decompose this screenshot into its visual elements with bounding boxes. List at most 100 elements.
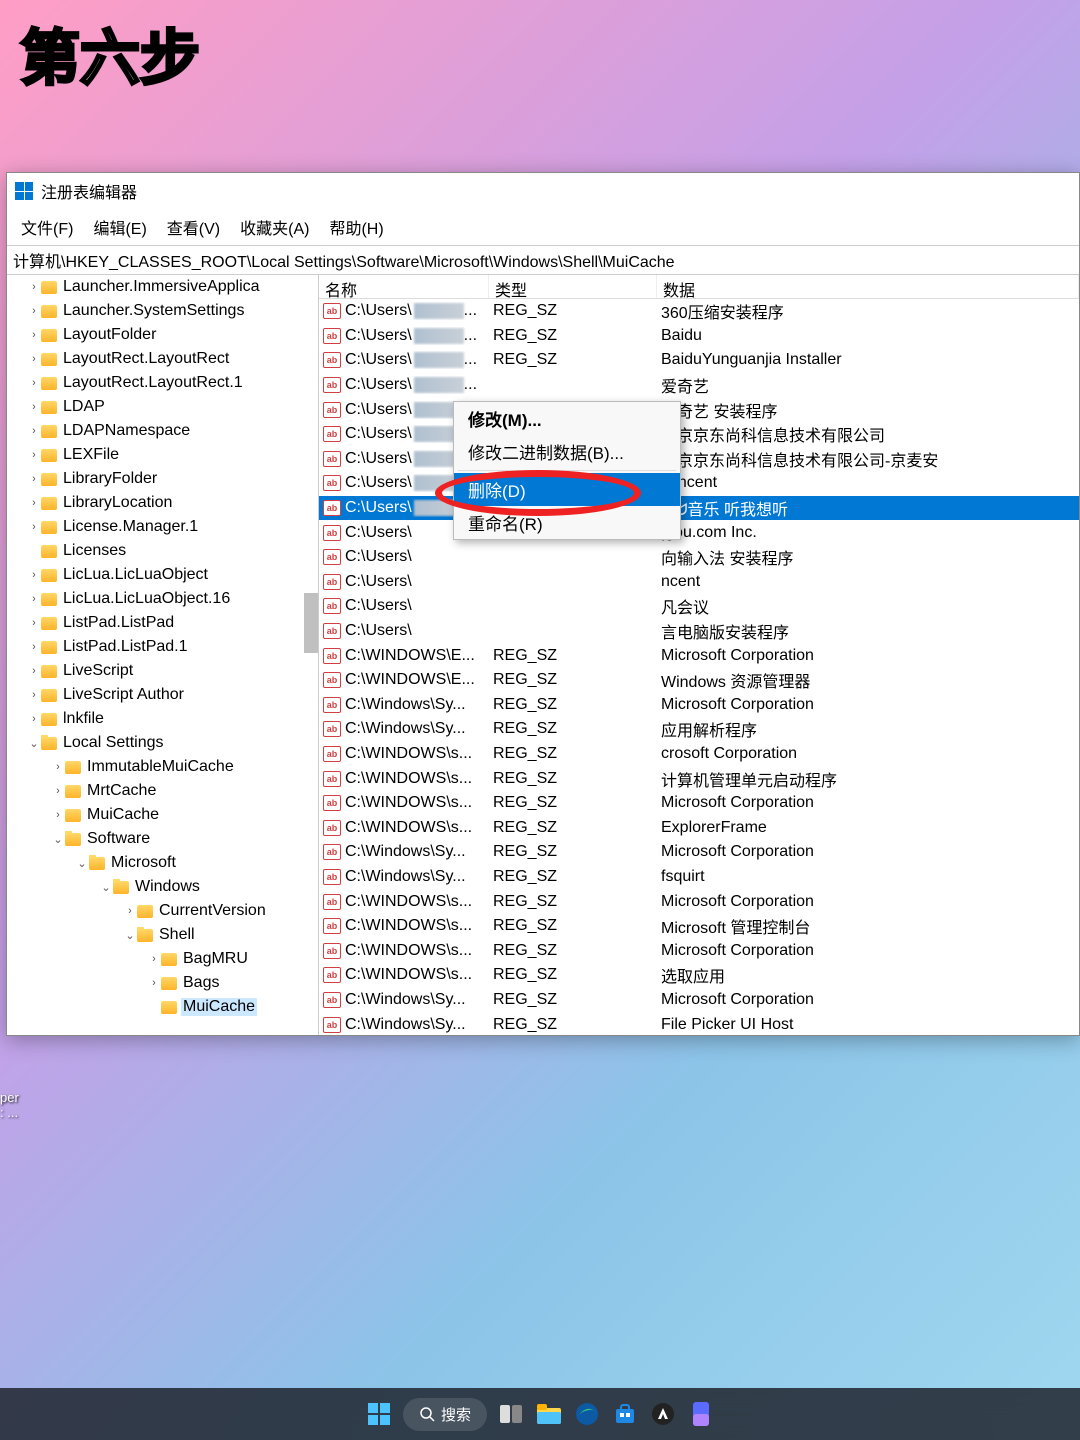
app-icon-1[interactable] [649, 1400, 677, 1428]
list-row[interactable]: abC:\Users\言电脑版安装程序 [319, 619, 1079, 644]
chevron-icon[interactable]: › [27, 353, 41, 365]
tree-item[interactable]: ›BagMRU [7, 947, 318, 971]
chevron-icon[interactable]: › [27, 593, 41, 605]
list-row[interactable]: abC:\Users\|gou.com Inc. [319, 520, 1079, 545]
list-row[interactable]: abC:\WINDOWS\s...REG_SZ计算机管理单元启动程序 [319, 766, 1079, 791]
chevron-icon[interactable]: › [51, 785, 65, 797]
chevron-icon[interactable]: › [51, 809, 65, 821]
chevron-icon[interactable]: ⌄ [27, 737, 41, 750]
tree-item[interactable]: ⌄Software [7, 827, 318, 851]
taskbar[interactable]: 搜索 [0, 1388, 1080, 1440]
tree-item[interactable]: ›Launcher.SystemSettings [7, 299, 318, 323]
store-icon[interactable] [611, 1400, 639, 1428]
address-bar[interactable]: 计算机\HKEY_CLASSES_ROOT\Local Settings\Sof… [7, 245, 1079, 275]
chevron-icon[interactable]: › [27, 569, 41, 581]
tree-item[interactable]: ⌄Local Settings [7, 731, 318, 755]
chevron-icon[interactable]: › [27, 641, 41, 653]
tree-item[interactable]: ›LayoutFolder [7, 323, 318, 347]
col-type[interactable]: 类型 [489, 275, 657, 298]
list-row[interactable]: abC:\Users\...REG_SZ360压缩安装程序 [319, 299, 1079, 324]
tree-item[interactable]: ›ListPad.ListPad.1 [7, 635, 318, 659]
chevron-icon[interactable]: › [27, 689, 41, 701]
menu-favorites[interactable]: 收藏夹(A) [236, 213, 313, 241]
list-row[interactable]: abC:\Users\...REG_SZ北京京东尚科信息技术有限公司 [319, 422, 1079, 447]
chevron-icon[interactable]: › [27, 617, 41, 629]
list-row[interactable]: abC:\Windows\Sy...REG_SZMicrosoft Corpor… [319, 693, 1079, 718]
chevron-icon[interactable]: › [27, 665, 41, 677]
chevron-icon[interactable]: › [147, 977, 161, 989]
edge-icon[interactable] [573, 1400, 601, 1428]
tree-item[interactable]: ›LiveScript Author [7, 683, 318, 707]
menu-edit[interactable]: 编辑(E) [89, 213, 150, 241]
list-row[interactable]: abC:\WINDOWS\s...REG_SZMicrosoft Corpora… [319, 938, 1079, 963]
list-row[interactable]: abC:\Windows\Sy...REG_SZFile Picker UI H… [319, 1012, 1079, 1035]
start-button[interactable] [365, 1400, 393, 1428]
tree-item[interactable]: ›LDAP [7, 395, 318, 419]
list-row[interactable]: abC:\Users\...REG_SZ爱奇艺 安装程序 [319, 397, 1079, 422]
chevron-icon[interactable]: › [123, 905, 137, 917]
list-row[interactable]: abC:\WINDOWS\s...REG_SZMicrosoft 管理控制台 [319, 914, 1079, 939]
tree-item[interactable]: ›LicLua.LicLuaObject.16 [7, 587, 318, 611]
list-row[interactable]: abC:\Windows\Sy...REG_SZ应用解析程序 [319, 717, 1079, 742]
tree-item[interactable]: ›LiveScript [7, 659, 318, 683]
chevron-icon[interactable]: ⌄ [75, 857, 89, 870]
chevron-icon[interactable]: ⌄ [51, 833, 65, 846]
list-row[interactable]: abC:\WINDOWS\s...REG_SZExplorerFrame [319, 815, 1079, 840]
scrollbar-thumb[interactable] [304, 593, 318, 653]
tree-item[interactable]: ›Bags [7, 971, 318, 995]
chevron-icon[interactable]: › [27, 329, 41, 341]
tree-panel[interactable]: ›Launcher.ImmersiveApplica›Launcher.Syst… [7, 275, 319, 1035]
chevron-icon[interactable]: › [27, 425, 41, 437]
list-row[interactable]: abC:\Users\...REG_SZBaidu [319, 324, 1079, 349]
chevron-icon[interactable]: › [27, 713, 41, 725]
tree-item[interactable]: ›LayoutRect.LayoutRect [7, 347, 318, 371]
tree-item[interactable]: ›CurrentVersion [7, 899, 318, 923]
tree-item[interactable]: ⌄Microsoft [7, 851, 318, 875]
menu-delete[interactable]: 删除(D) [454, 473, 680, 506]
menu-rename[interactable]: 重命名(R) [454, 506, 680, 539]
chevron-icon[interactable]: › [27, 305, 41, 317]
tree-item[interactable]: ›LDAPNamespace [7, 419, 318, 443]
tree-item[interactable]: ›LayoutRect.LayoutRect.1 [7, 371, 318, 395]
list-row[interactable]: abC:\Users\凡会议 [319, 594, 1079, 619]
tree-item[interactable]: ›LibraryLocation [7, 491, 318, 515]
list-row[interactable]: abC:\WINDOWS\s...REG_SZ选取应用 [319, 963, 1079, 988]
chevron-icon[interactable]: › [27, 473, 41, 485]
list-row[interactable]: abC:\Users\...REG_SZBaiduYunguanjia Inst… [319, 348, 1079, 373]
menu-view[interactable]: 查看(V) [163, 213, 224, 241]
list-row[interactable]: abC:\Windows\Sy...REG_SZMicrosoft Corpor… [319, 988, 1079, 1013]
tree-item[interactable]: ›MrtCache [7, 779, 318, 803]
chevron-icon[interactable]: › [27, 497, 41, 509]
list-row[interactable]: abC:\Users\...爱奇艺 [319, 373, 1079, 398]
list-row[interactable]: abC:\Users\...REG_SZTencent [319, 471, 1079, 496]
list-row[interactable]: abC:\WINDOWS\s...REG_SZMicrosoft Corpora… [319, 791, 1079, 816]
tree-item[interactable]: ›lnkfile [7, 707, 318, 731]
tree-item[interactable]: ›Launcher.ImmersiveApplica [7, 275, 318, 299]
menu-help[interactable]: 帮助(H) [325, 213, 387, 241]
chevron-icon[interactable]: › [51, 761, 65, 773]
list-row[interactable]: abC:\Users\...ᗢᗢ音乐 听我想听 [319, 496, 1079, 521]
menu-file[interactable]: 文件(F) [17, 213, 77, 241]
chevron-icon[interactable]: › [27, 449, 41, 461]
chevron-icon[interactable]: ⌄ [99, 881, 113, 894]
chevron-icon[interactable]: › [27, 377, 41, 389]
chevron-icon[interactable]: › [27, 401, 41, 413]
tree-item[interactable]: ›MuiCache [7, 803, 318, 827]
col-data[interactable]: 数据 [657, 275, 1079, 298]
tree-item[interactable]: ›ListPad.ListPad [7, 611, 318, 635]
list-row[interactable]: abC:\Users\向输入法 安装程序 [319, 545, 1079, 570]
explorer-icon[interactable] [535, 1400, 563, 1428]
tree-item[interactable]: ›ImmutableMuiCache [7, 755, 318, 779]
tree-item[interactable]: ›License.Manager.1 [7, 515, 318, 539]
chevron-icon[interactable]: ⌄ [123, 929, 137, 942]
list-row[interactable]: abC:\Windows\Sy...REG_SZfsquirt [319, 865, 1079, 890]
tree-item[interactable]: ›LibraryFolder [7, 467, 318, 491]
list-row[interactable]: abC:\Windows\Sy...REG_SZMicrosoft Corpor… [319, 840, 1079, 865]
taskbar-search[interactable]: 搜索 [403, 1398, 487, 1431]
tree-item[interactable]: ⌄Windows [7, 875, 318, 899]
chevron-icon[interactable]: › [27, 521, 41, 533]
chevron-icon[interactable]: › [147, 953, 161, 965]
menu-modify-binary[interactable]: 修改二进制数据(B)... [454, 435, 680, 468]
tree-item[interactable]: MuiCache [7, 995, 318, 1019]
list-row[interactable]: abC:\WINDOWS\E...REG_SZMicrosoft Corpora… [319, 643, 1079, 668]
